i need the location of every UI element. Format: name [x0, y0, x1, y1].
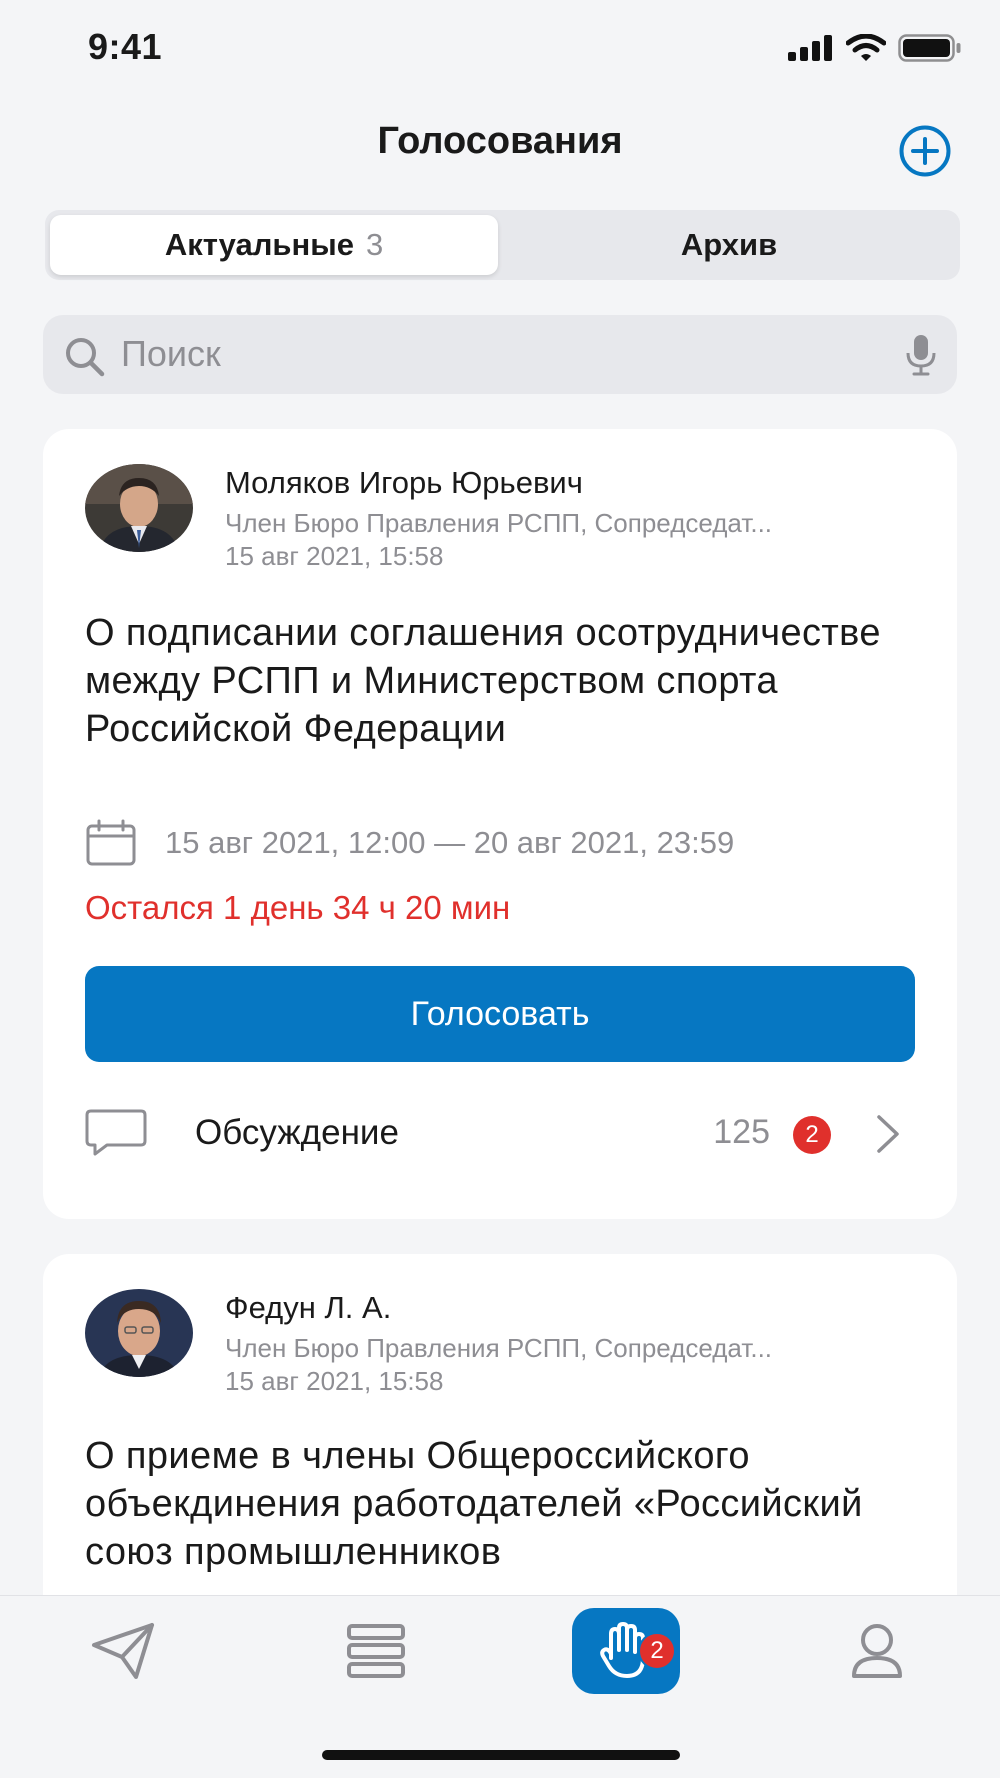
vote-card[interactable]: Моляков Игорь Юрьевич Член Бюро Правлени…	[43, 429, 957, 1219]
time-remaining: Остался 1 день 34 ч 20 мин	[85, 889, 511, 926]
segmented-control: Актуальные 3 Архив	[45, 210, 960, 280]
vote-period: 15 авг 2021, 12:00 — 20 авг 2021, 23:59	[85, 819, 734, 867]
tab-feed[interactable]	[321, 1606, 431, 1696]
post-date: 15 авг 2021, 15:58	[225, 541, 444, 571]
tab-current[interactable]: Актуальные 3	[50, 215, 498, 275]
discussion-label: Обсуждение	[195, 1113, 399, 1152]
vote-title: О подписании соглашения осотрудничестве …	[85, 612, 881, 750]
add-button[interactable]	[898, 124, 952, 178]
vote-title: О приеме в члены Общероссийского объекди…	[85, 1435, 863, 1573]
author-name: Федун Л. А.	[225, 1290, 392, 1325]
search-bar	[43, 315, 957, 394]
votes-badge: 2	[638, 1632, 676, 1670]
author-role: Член Бюро Правления РСПП, Сопредседат...	[225, 1333, 773, 1363]
battery-icon	[898, 34, 961, 62]
header: Голосования	[0, 110, 1000, 180]
status-time: 9:41	[88, 26, 163, 67]
author-role: Член Бюро Правления РСПП, Сопредседат...	[225, 508, 773, 538]
tab-archive[interactable]: Архив	[503, 215, 955, 275]
profile-icon	[852, 1624, 902, 1678]
tab-votes[interactable]: 2	[572, 1608, 680, 1694]
tab-profile[interactable]	[822, 1606, 932, 1696]
author-name: Моляков Игорь Юрьевич	[225, 465, 583, 500]
search-icon	[66, 338, 105, 377]
signal-icon	[788, 35, 832, 61]
discussion-count: 125	[713, 1113, 770, 1151]
comment-icon	[85, 1109, 147, 1156]
page-title: Голосования	[377, 120, 623, 162]
vote-period-text: 15 авг 2021, 12:00 — 20 авг 2021, 23:59	[165, 825, 735, 860]
send-icon	[92, 1623, 154, 1679]
tab-current-count: 3	[365, 227, 384, 262]
microphone-icon[interactable]	[905, 333, 937, 377]
tab-current-label: Актуальные	[164, 227, 354, 262]
unread-badge: 2	[793, 1116, 831, 1154]
search-input[interactable]	[121, 329, 901, 379]
status-bar: 9:41	[0, 0, 1000, 100]
discussion-row[interactable]: Обсуждение 125 2	[85, 1089, 915, 1179]
stack-icon	[347, 1624, 405, 1678]
wifi-icon	[846, 34, 886, 61]
avatar	[85, 464, 193, 552]
vote-button[interactable]: Голосовать	[85, 966, 915, 1062]
plus-circle-icon	[899, 125, 951, 177]
avatar	[85, 1289, 193, 1377]
vote-card[interactable]: Федун Л. А. Член Бюро Правления РСПП, Со…	[43, 1254, 957, 1654]
tab-messages[interactable]	[68, 1606, 178, 1696]
chevron-right-icon	[877, 1115, 899, 1153]
status-icons	[788, 34, 962, 62]
post-date: 15 авг 2021, 15:58	[225, 1366, 444, 1396]
home-indicator[interactable]	[322, 1750, 680, 1760]
calendar-icon	[86, 819, 136, 866]
